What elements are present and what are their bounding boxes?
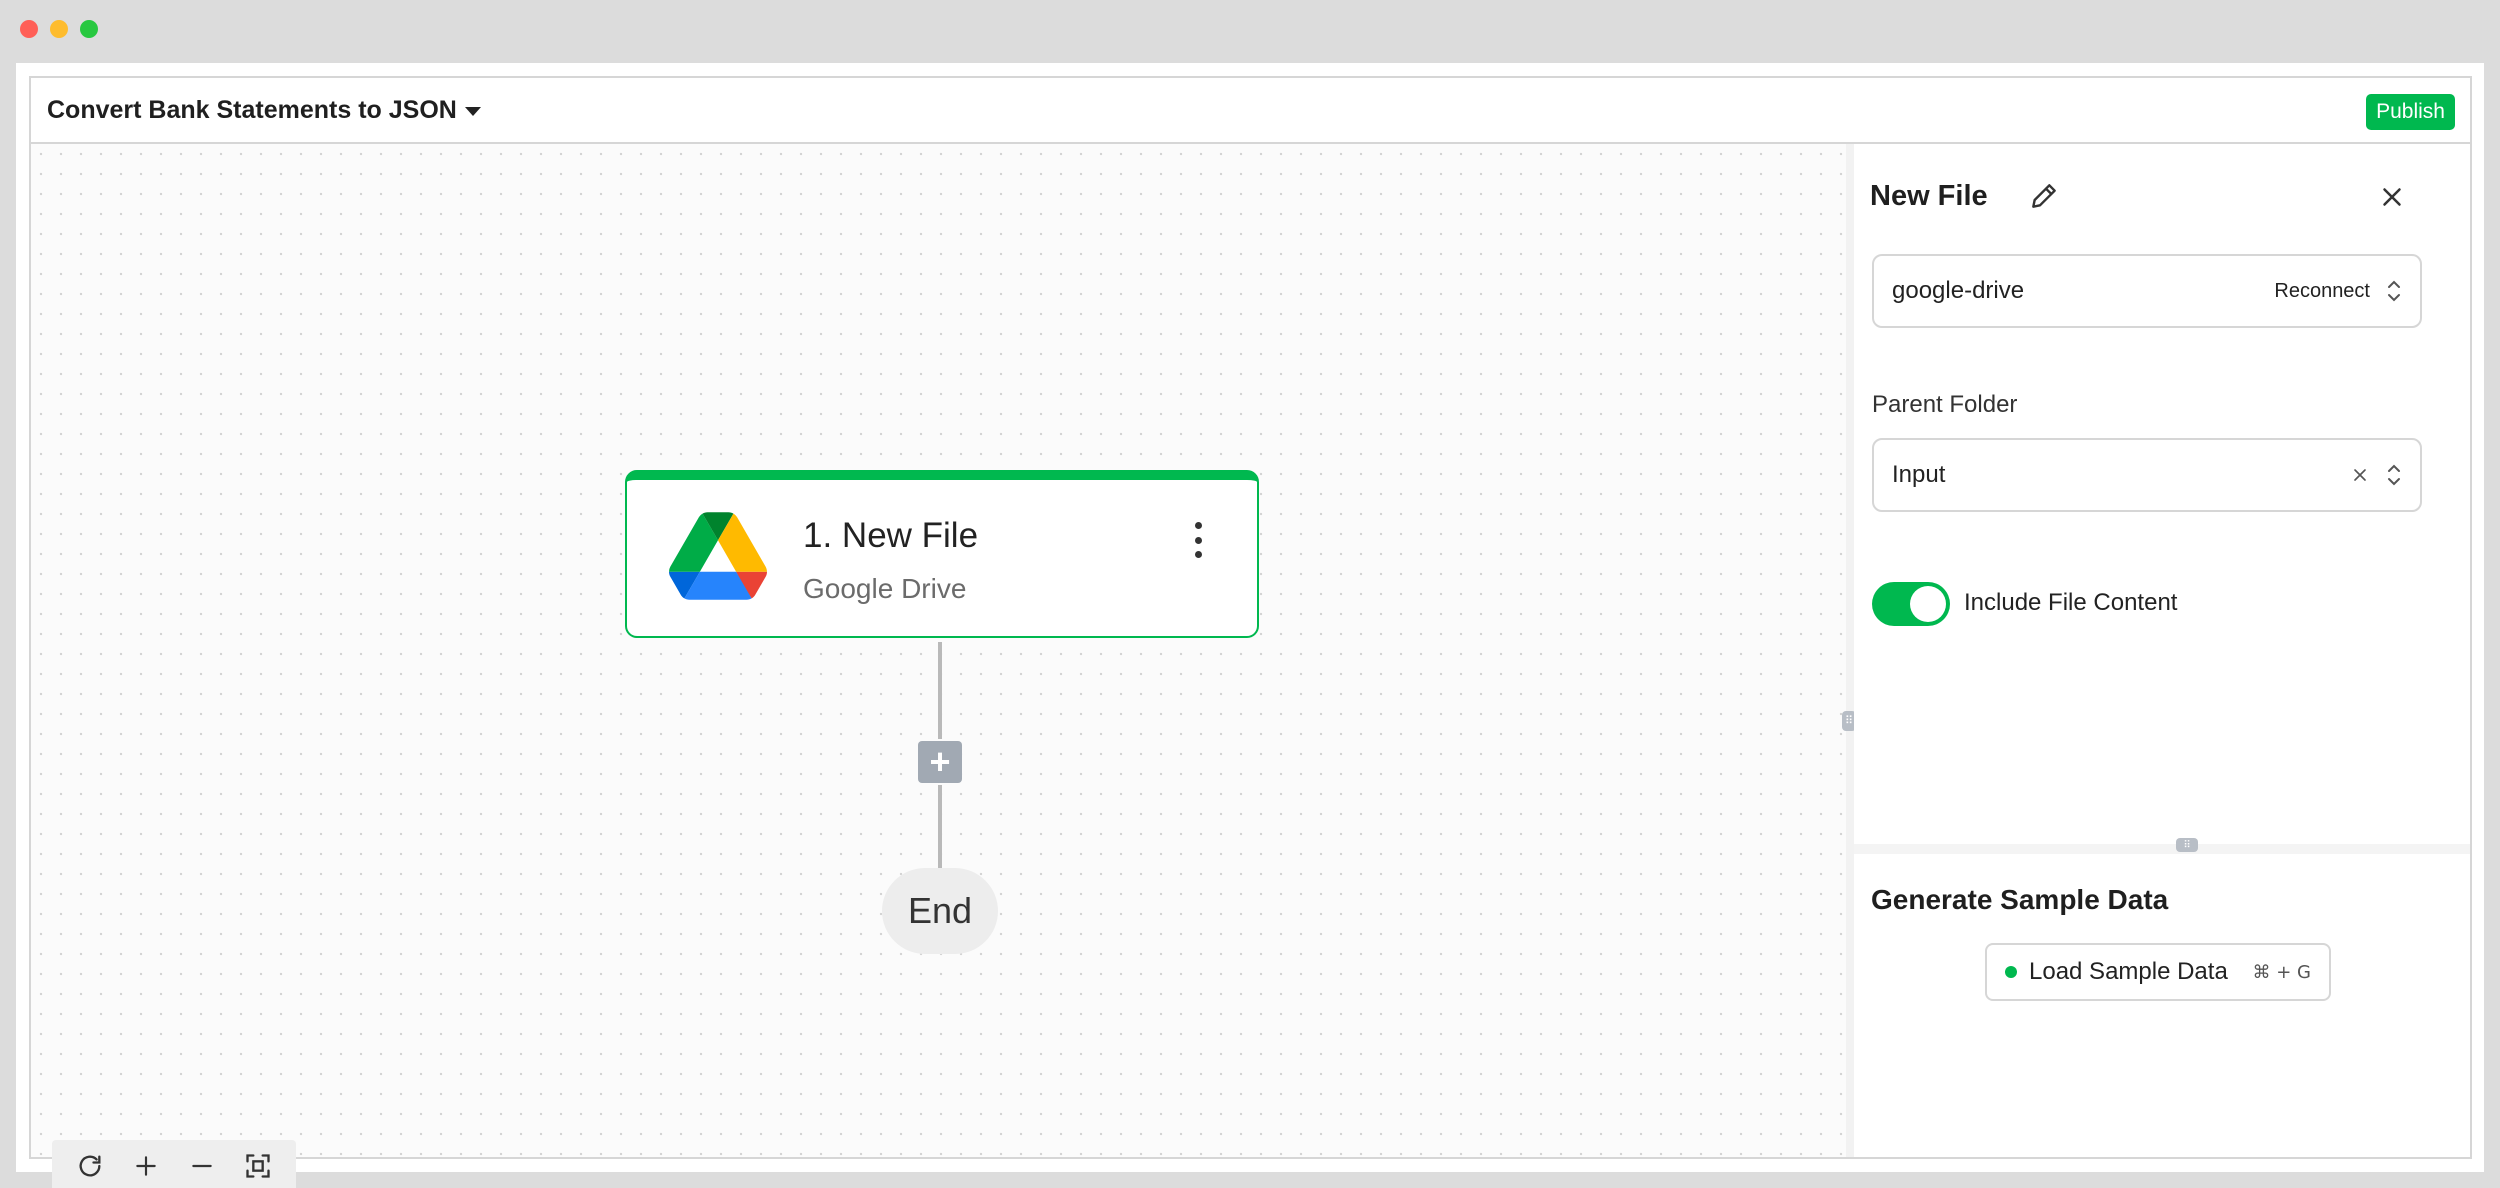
step-title: 1. New File	[803, 516, 979, 555]
more-options-icon[interactable]	[1193, 522, 1203, 558]
status-dot	[2005, 966, 2017, 978]
load-sample-data-label: Load Sample Data	[2029, 958, 2228, 985]
window-controls	[20, 20, 98, 38]
end-node: End	[882, 868, 998, 954]
add-step-button[interactable]: +	[918, 741, 962, 783]
chevron-up-down-icon	[2388, 464, 2400, 486]
step-subtitle: Google Drive	[803, 573, 967, 604]
zoom-in-icon[interactable]	[128, 1148, 164, 1184]
canvas-controls	[52, 1140, 296, 1188]
include-file-content-label: Include File Content	[1964, 589, 2178, 616]
flow-canvas[interactable]: 1. New File Google Drive + End	[31, 144, 1846, 1188]
panel-title: New File	[1870, 180, 1988, 212]
trigger-step-card[interactable]: 1. New File Google Drive	[625, 470, 1259, 638]
keyboard-shortcut: ⌘ + G	[2252, 961, 2311, 983]
google-drive-icon	[669, 512, 767, 600]
zoom-out-icon[interactable]	[184, 1148, 220, 1184]
pencil-icon[interactable]	[2028, 180, 2060, 212]
section-divider	[1854, 844, 2470, 854]
parent-folder-value: Input	[1892, 461, 1946, 488]
sample-data-title: Generate Sample Data	[1871, 884, 2169, 915]
section-resize-handle[interactable]: ⠿	[2176, 838, 2198, 852]
connection-value: google-drive	[1892, 277, 2025, 304]
app-window: Convert Bank Statements to JSON Publish …	[16, 63, 2484, 1188]
minimize-window-button[interactable]	[50, 20, 68, 38]
builder-header: Convert Bank Statements to JSON Publish	[31, 78, 2470, 144]
flow-title: Convert Bank Statements to JSON	[47, 95, 457, 124]
flow-builder: Convert Bank Statements to JSON Publish …	[29, 76, 2472, 1188]
connector-line-top	[938, 642, 942, 739]
include-file-content-toggle[interactable]	[1872, 582, 1950, 626]
close-icon[interactable]	[2377, 182, 2407, 212]
flow-title-dropdown[interactable]: Convert Bank Statements to JSON	[47, 96, 481, 125]
reconnect-button[interactable]: Reconnect	[2274, 280, 2370, 303]
panel-resize-divider	[1846, 144, 1854, 1157]
chevron-up-down-icon	[2388, 280, 2400, 302]
fit-view-icon[interactable]	[240, 1148, 276, 1184]
refresh-icon[interactable]	[72, 1148, 108, 1184]
clear-icon[interactable]	[2350, 465, 2370, 485]
load-sample-data-button[interactable]: Load Sample Data ⌘ + G	[1985, 943, 2331, 1001]
caret-down-icon	[464, 107, 481, 116]
parent-folder-select[interactable]: Input	[1872, 438, 2422, 512]
publish-button[interactable]: Publish	[2366, 94, 2455, 130]
connector-line-bottom	[938, 785, 942, 868]
connection-select[interactable]: google-drive Reconnect	[1872, 254, 2422, 328]
close-window-button[interactable]	[20, 20, 38, 38]
maximize-window-button[interactable]	[80, 20, 98, 38]
step-settings-panel: New File google-drive Reconnect Parent F…	[1854, 144, 2470, 764]
parent-folder-label: Parent Folder	[1872, 391, 2018, 418]
